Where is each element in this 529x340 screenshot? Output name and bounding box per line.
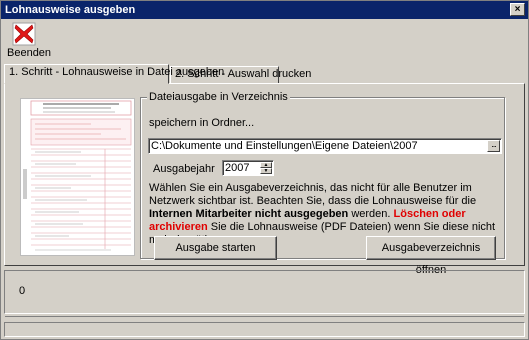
save-in-label: speichern in Ordner... [149, 117, 255, 129]
status-bar [4, 316, 525, 337]
spinner-buttons: ▲ ▼ [260, 162, 272, 174]
title-bar: Lohnausweise ausgeben × [1, 1, 528, 19]
document-preview [20, 98, 135, 256]
status-count: 0 [19, 285, 26, 297]
year-label: Ausgabejahr [153, 163, 215, 175]
tab-step-1[interactable]: 1. Schritt - Lohnausweise in Datei ausge… [4, 64, 224, 84]
exit-label: Beenden [7, 47, 52, 59]
start-output-button[interactable]: Ausgabe starten [154, 236, 277, 260]
status-panel: 0 [4, 270, 525, 314]
window-title: Lohnausweise ausgeben [5, 4, 136, 16]
tab-panel: Dateiausgabe in Verzeichnis speichern in… [4, 83, 525, 276]
exit-button[interactable]: Beenden [7, 22, 52, 64]
path-input[interactable]: C:\Dokumente und Einstellungen\Eigene Da… [148, 138, 502, 154]
close-button[interactable]: × [510, 3, 525, 16]
path-value: C:\Dokumente und Einstellungen\Eigene Da… [151, 140, 418, 152]
spin-down-button[interactable]: ▼ [260, 168, 272, 174]
info-part-2: werden. [348, 208, 394, 220]
open-directory-button[interactable]: Ausgabeverzeichnis öffnen [366, 236, 496, 276]
toolbar: Beenden [1, 19, 528, 65]
output-directory-group: Dateiausgabe in Verzeichnis speichern in… [140, 91, 505, 276]
main-window: Lohnausweise ausgeben × Beenden 1. Schri… [0, 0, 529, 340]
info-bold-internal: Internen Mitarbeiter nicht ausgegeben [149, 208, 349, 220]
red-x-icon [12, 22, 36, 46]
close-icon: × [514, 4, 521, 15]
year-value: 2007 [225, 162, 250, 174]
browse-button[interactable]: ... [487, 140, 500, 152]
group-title: Dateiausgabe in Verzeichnis [147, 91, 290, 103]
year-spinner[interactable]: 2007 ▲ ▼ [222, 160, 274, 176]
info-part-1: Wählen Sie ein Ausgabeverzeichnis, das n… [149, 182, 477, 207]
separator [5, 316, 524, 317]
ellipsis-icon: ... [491, 139, 496, 149]
